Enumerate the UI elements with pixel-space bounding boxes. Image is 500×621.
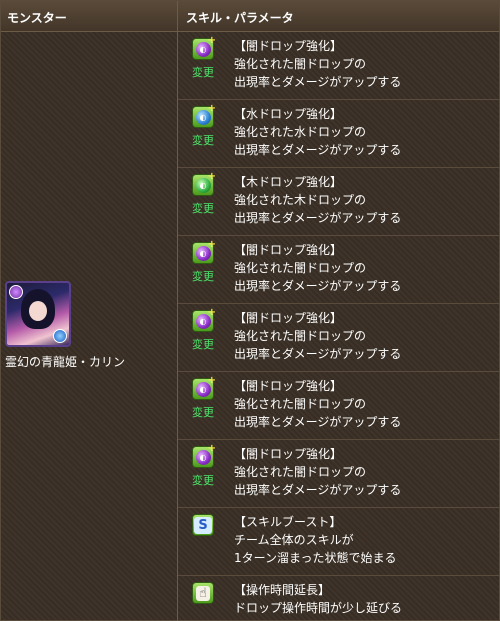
skill-row: ◐ + 変更 【闇ドロップ強化】 強化された闇ドロップの 出現率とダメージがアップ…: [178, 32, 499, 100]
table-header: モンスター スキル・パラメータ: [1, 1, 499, 32]
skill-list: ◐ + 変更 【闇ドロップ強化】 強化された闇ドロップの 出現率とダメージがアップ…: [178, 32, 499, 621]
skill-title: 【闇ドロップ強化】: [234, 447, 343, 461]
skill-desc-line: 出現率とダメージがアップする: [234, 279, 402, 293]
skill-row: ◐ + 変更 【闇ドロップ強化】 強化された闇ドロップの 出現率とダメージがアップ…: [178, 304, 499, 372]
skill-desc-line: 強化された闇ドロップの: [234, 57, 367, 71]
monster-name: 霊幻の青龍姫・カリン: [5, 355, 126, 369]
dark-drop-enhance-icon: ◐ +: [192, 36, 216, 60]
skill-title: 【木ドロップ強化】: [234, 175, 343, 189]
dark-drop-enhance-icon: ◐ +: [192, 444, 216, 468]
skill-title: 【闇ドロップ強化】: [234, 311, 343, 325]
dark-drop-enhance-icon: ◐ +: [192, 376, 216, 400]
awakening-table: モンスター スキル・パラメータ 霊幻の青龍姫・カリン ◐ + 変更 【闇ドロップ…: [0, 0, 500, 621]
skill-desc-line: 出現率とダメージがアップする: [234, 347, 402, 361]
skill-desc-line: 1ターン溜まった状態で始まる: [234, 551, 397, 565]
dark-attribute-icon: [9, 285, 23, 299]
skill-title: 【操作時間延長】: [234, 583, 331, 597]
extend-time-icon: ☝: [192, 582, 214, 604]
change-link[interactable]: 変更: [192, 404, 214, 420]
skill-row: ◐ + 変更 【闇ドロップ強化】 強化された闇ドロップの 出現率とダメージがアップ…: [178, 372, 499, 440]
skill-desc-line: 出現率とダメージがアップする: [234, 415, 402, 429]
monster-card[interactable]: 霊幻の青龍姫・カリン: [5, 281, 125, 370]
skill-desc-line: 強化された木ドロップの: [234, 193, 367, 207]
change-link[interactable]: 変更: [192, 472, 214, 488]
skill-title: 【闇ドロップ強化】: [234, 39, 343, 53]
skill-desc-line: 強化された闇ドロップの: [234, 329, 367, 343]
skill-column-header: スキル・パラメータ: [186, 11, 294, 25]
change-link[interactable]: 変更: [192, 268, 214, 284]
dark-drop-enhance-icon: ◐ +: [192, 308, 216, 332]
monster-cell: 霊幻の青龍姫・カリン: [1, 32, 178, 621]
skill-desc-line: 強化された闇ドロップの: [234, 465, 367, 479]
skill-title: 【闇ドロップ強化】: [234, 243, 343, 257]
change-link[interactable]: 変更: [192, 64, 214, 80]
skill-desc-line: 出現率とダメージがアップする: [234, 143, 402, 157]
change-link[interactable]: 変更: [192, 336, 214, 352]
skill-desc-line: チーム全体のスキルが: [234, 533, 354, 547]
skill-desc-line: 強化された闇ドロップの: [234, 261, 367, 275]
skill-desc-line: 出現率とダメージがアップする: [234, 211, 402, 225]
skill-title: 【水ドロップ強化】: [234, 107, 343, 121]
skill-desc-line: 出現率とダメージがアップする: [234, 483, 402, 497]
skill-row: ◐ + 変更 【闇ドロップ強化】 強化された闇ドロップの 出現率とダメージがアップ…: [178, 236, 499, 304]
skill-desc-line: ドロップ操作時間が少し延びる: [234, 601, 403, 615]
skill-desc-line: 出現率とダメージがアップする: [234, 75, 402, 89]
water-drop-enhance-icon: ◐ +: [192, 104, 216, 128]
monster-column-header: モンスター: [1, 1, 178, 31]
skill-boost-icon: S: [192, 514, 214, 536]
change-link[interactable]: 変更: [192, 200, 214, 216]
skill-row: ◐ + 変更 【闇ドロップ強化】 強化された闇ドロップの 出現率とダメージがアップ…: [178, 440, 499, 508]
skill-desc-line: 強化された水ドロップの: [234, 125, 367, 139]
change-link[interactable]: 変更: [192, 132, 214, 148]
skill-row: ◐ + 変更 【木ドロップ強化】 強化された木ドロップの 出現率とダメージがアップ…: [178, 168, 499, 236]
skill-row: ☝ 【操作時間延長】 ドロップ操作時間が少し延びる: [178, 576, 499, 621]
skill-desc-line: 強化された闇ドロップの: [234, 397, 367, 411]
skill-title: 【スキルブースト】: [234, 515, 342, 529]
monster-portrait[interactable]: [5, 281, 71, 347]
skill-title: 【闇ドロップ強化】: [234, 379, 343, 393]
skill-row: S 【スキルブースト】 チーム全体のスキルが 1ターン溜まった状態で始まる: [178, 508, 499, 576]
wood-drop-enhance-icon: ◐ +: [192, 172, 216, 196]
skill-row: ◐ + 変更 【水ドロップ強化】 強化された水ドロップの 出現率とダメージがアップ…: [178, 100, 499, 168]
water-attribute-icon: [53, 329, 67, 343]
dark-drop-enhance-icon: ◐ +: [192, 240, 216, 264]
